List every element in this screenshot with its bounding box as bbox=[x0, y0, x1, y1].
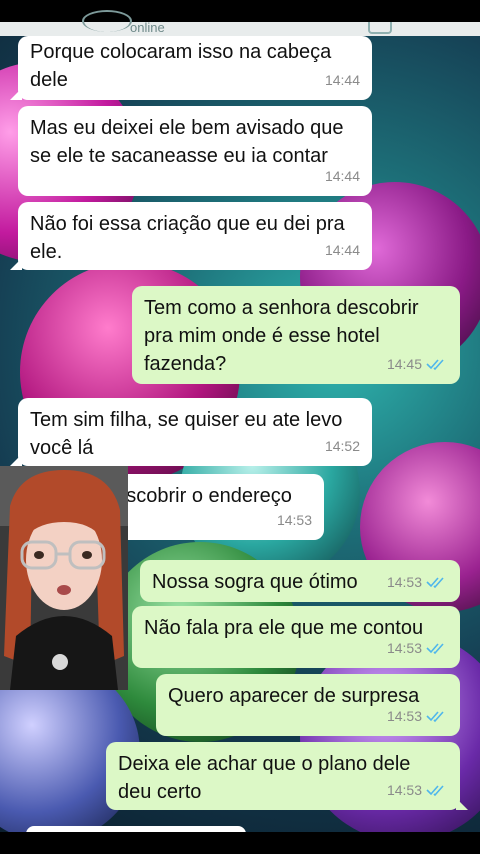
message-outgoing[interactable]: Quero aparecer de surpresa 14:53 bbox=[156, 674, 460, 736]
message-time: 14:53 bbox=[386, 640, 422, 656]
chat-header bbox=[0, 22, 480, 36]
message-text: Porque colocaram isso na cabeça dele bbox=[30, 41, 332, 91]
message-incoming[interactable]: Tem sim filha, se quiser eu ate levo voc… bbox=[10, 398, 372, 466]
message-meta: 14:52 bbox=[325, 432, 360, 460]
message-meta: 14:53 bbox=[387, 702, 448, 730]
message-time: 14:44 bbox=[324, 72, 360, 88]
message-outgoing[interactable]: Não fala pra ele que me contou 14:53 bbox=[132, 606, 460, 668]
contact-avatar[interactable] bbox=[82, 10, 132, 32]
message-incoming[interactable]: Porque colocaram isso na cabeça dele 14:… bbox=[10, 36, 372, 100]
bubble-tail bbox=[10, 258, 22, 270]
double-check-icon bbox=[426, 711, 444, 723]
header-icon[interactable] bbox=[368, 22, 392, 34]
message-meta: 14:44 bbox=[325, 236, 360, 264]
message-meta: 14:53 bbox=[277, 506, 312, 534]
message-meta: 14:45 bbox=[387, 350, 448, 378]
double-check-icon bbox=[426, 577, 444, 589]
message-time: 14:53 bbox=[386, 782, 422, 798]
message-outgoing[interactable]: Tem como a senhora descobrir pra mim ond… bbox=[132, 286, 460, 384]
message-meta: 14:44 bbox=[325, 66, 360, 94]
message-time: 14:53 bbox=[386, 708, 422, 724]
reaction-face-image bbox=[0, 466, 128, 690]
message-text: Tem sim filha, se quiser eu ate levo voc… bbox=[30, 409, 343, 459]
message-meta: 14:53 bbox=[387, 776, 448, 804]
message-time: 14:44 bbox=[324, 242, 360, 258]
message-time: 14:44 bbox=[324, 168, 360, 184]
message-time: 14:53 bbox=[276, 512, 312, 528]
message-text: Mas eu deixei ele bem avisado que se ele… bbox=[30, 117, 344, 167]
webcam-overlay bbox=[0, 466, 128, 690]
bubble-tail bbox=[10, 88, 22, 100]
message-time: 14:52 bbox=[324, 438, 360, 454]
bubble-tail bbox=[456, 798, 468, 810]
message-outgoing[interactable]: Deixa ele achar que o plano dele deu cer… bbox=[106, 742, 468, 810]
message-incoming[interactable]: Mas eu deixei ele bem avisado que se ele… bbox=[18, 106, 372, 196]
message-meta: 14:44 bbox=[325, 162, 360, 190]
message-time: 14:53 bbox=[386, 574, 422, 590]
message-time: 14:45 bbox=[386, 356, 422, 372]
bottom-black-bar bbox=[0, 832, 480, 854]
contact-status: online bbox=[130, 20, 165, 35]
chat-screen: online Porque colocaram isso na cabeça d… bbox=[0, 0, 480, 854]
top-black-bar bbox=[0, 0, 480, 22]
double-check-icon bbox=[426, 643, 444, 655]
message-outgoing[interactable]: Nossa sogra que ótimo 14:53 bbox=[140, 560, 460, 602]
message-incoming[interactable]: Não foi essa criação que eu dei pra ele.… bbox=[10, 202, 372, 270]
message-text: Não foi essa criação que eu dei pra ele. bbox=[30, 213, 345, 263]
double-check-icon bbox=[426, 359, 444, 371]
bubble-tail bbox=[10, 454, 22, 466]
message-meta: 14:53 bbox=[387, 634, 448, 662]
message-meta: 14:53 bbox=[387, 568, 448, 596]
double-check-icon bbox=[426, 785, 444, 797]
